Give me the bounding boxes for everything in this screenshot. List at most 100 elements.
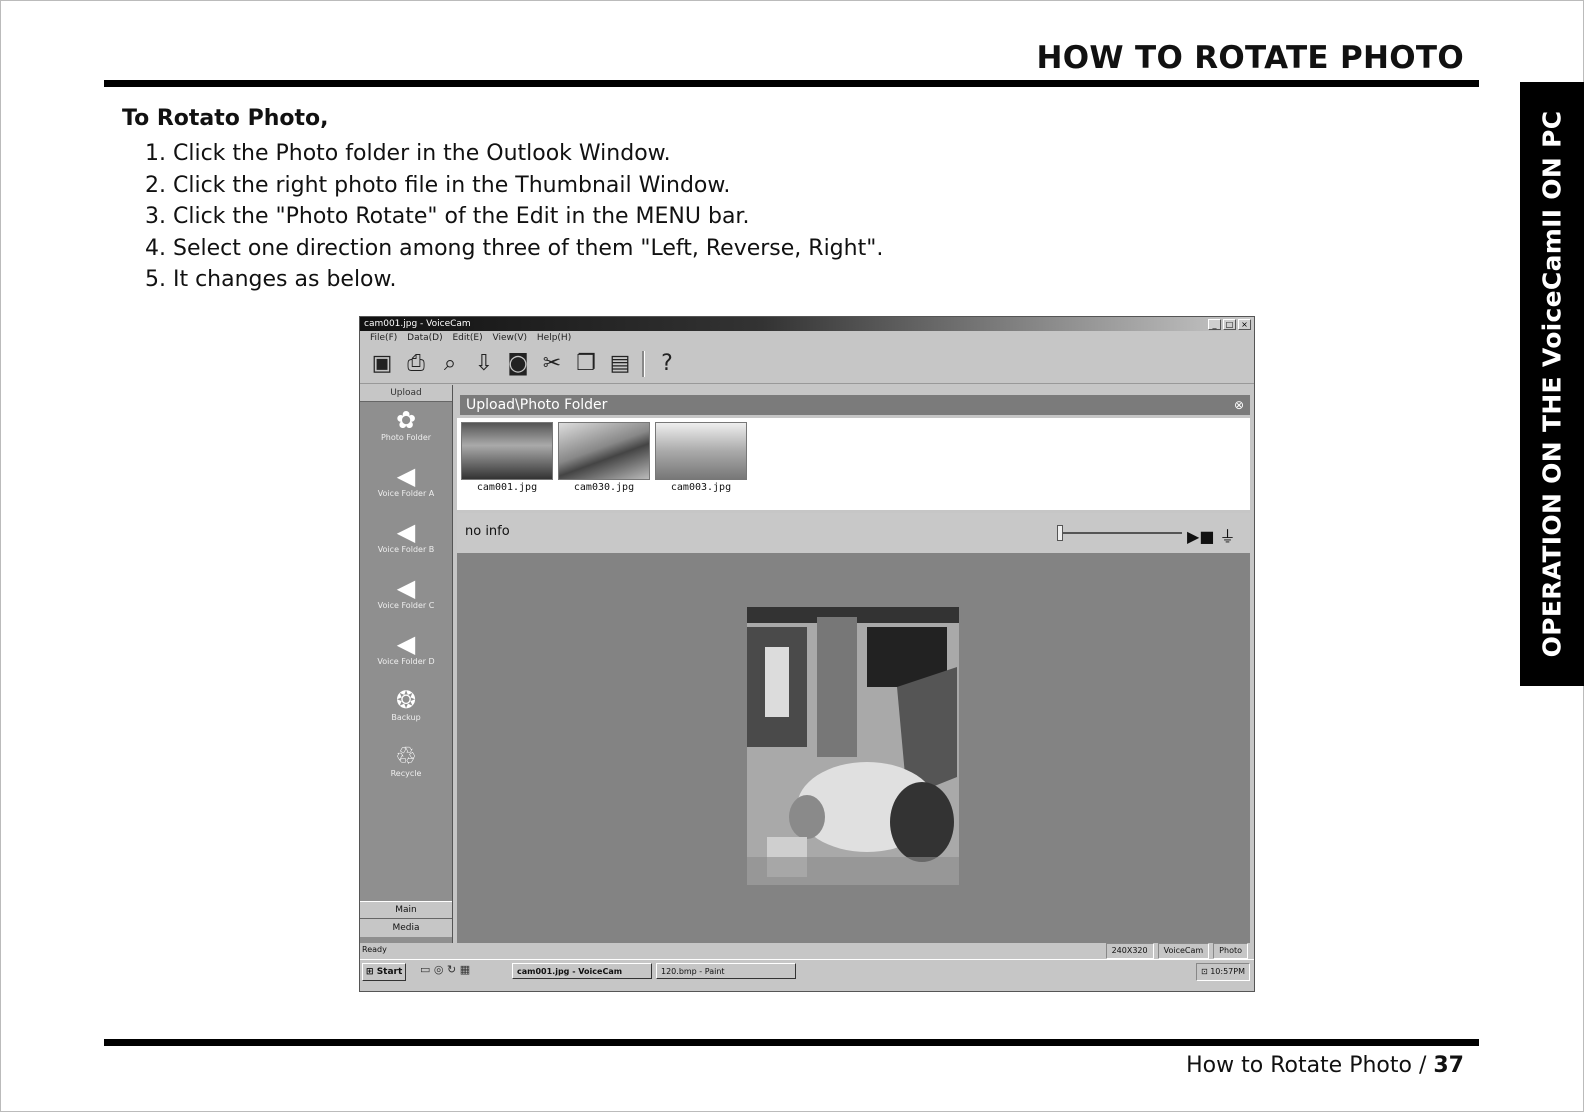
page-footer: How to Rotate Photo / 37 <box>1186 1053 1464 1078</box>
window-titlebar: cam001.jpg - VoiceCam _ □ × <box>360 317 1254 331</box>
rotated-photo-image <box>747 607 959 885</box>
window-icon[interactable]: ▦ <box>460 963 470 976</box>
playback-controls: ▶■ ⏚ <box>1187 523 1236 547</box>
outlook-recycle[interactable]: ♲ Recycle <box>360 743 452 778</box>
help-icon[interactable]: ? <box>655 352 679 376</box>
toolbar: ▣ ⎙ ⌕ ⇩ ◙ ✂ ❐ ▤ ? <box>360 345 1254 384</box>
thumbnail-image <box>461 422 553 480</box>
status-cells: 240X320 VoiceCam Photo <box>1105 943 1248 959</box>
close-icon[interactable]: × <box>1238 319 1251 330</box>
speaker-icon: ◀ <box>396 630 416 658</box>
outlook-bar: Upload ✿ Photo Folder ◀ Voice Folder A ◀ Vo… <box>360 385 453 943</box>
speaker-icon: ◀ <box>396 574 416 602</box>
thumbnail-image <box>558 422 650 480</box>
menu-file[interactable]: File(F) <box>370 333 397 343</box>
page-title: HOW TO ROTATE PHOTO <box>1036 40 1464 76</box>
thumbnail-image <box>655 422 747 480</box>
menu-bar: File(F) Data(D) Edit(E) View(V) Help(H) <box>360 331 1254 345</box>
outlook-voice-folder-a[interactable]: ◀ Voice Folder A <box>360 463 452 498</box>
outlook-main-tab[interactable]: Main <box>360 901 452 918</box>
outlook-voice-folder-d[interactable]: ◀ Voice Folder D <box>360 631 452 666</box>
refresh-icon[interactable]: ↻ <box>447 963 456 976</box>
playback-slider-track[interactable] <box>1062 532 1182 534</box>
top-rule <box>104 80 1479 87</box>
thumbnail-item[interactable]: cam030.jpg <box>558 422 650 493</box>
clock: 10:57PM <box>1210 967 1245 976</box>
step-3: 3. Click the "Photo Rotate" of the Edit … <box>145 204 750 229</box>
step-1: 1. Click the Photo folder in the Outlook… <box>145 141 671 166</box>
browser-icon[interactable]: ◎ <box>434 963 444 976</box>
thumbnail-item[interactable]: cam003.jpg <box>655 422 747 493</box>
palette-icon: ✿ <box>395 406 417 434</box>
minimize-icon[interactable]: _ <box>1208 319 1221 330</box>
close-circle-icon[interactable]: ⊗ <box>1234 395 1244 415</box>
voicecam-window-screenshot: cam001.jpg - VoiceCam _ □ × File(F) Data… <box>359 316 1255 992</box>
start-button[interactable]: ⊞ Start <box>362 963 407 981</box>
menu-help[interactable]: Help(H) <box>537 333 571 343</box>
recycle-bin-icon: ♲ <box>395 742 417 770</box>
step-2: 2. Click the right photo file in the Thu… <box>145 172 731 198</box>
copy-icon[interactable]: ❐ <box>574 352 598 376</box>
save-icon[interactable]: ▣ <box>370 352 394 376</box>
page-number: 37 <box>1433 1053 1464 1078</box>
outlook-backup[interactable]: ❂ Backup <box>360 687 452 722</box>
taskbar: ⊞ Start ▭ ◎ ↻ ▦ cam001.jpg - VoiceCam 12… <box>360 959 1254 984</box>
playback-slider-knob[interactable] <box>1057 525 1063 541</box>
toolbar-separator <box>642 351 645 377</box>
outlook-voice-folder-c[interactable]: ◀ Voice Folder C <box>360 575 452 610</box>
window-controls: _ □ × <box>1208 319 1251 330</box>
info-text: no info <box>465 524 510 539</box>
thumbnail-label: cam001.jpg <box>476 482 538 493</box>
bottom-rule <box>104 1039 1479 1046</box>
thumbnail-label: cam003.jpg <box>670 482 732 493</box>
outlook-photo-folder[interactable]: ✿ Photo Folder <box>360 407 452 442</box>
speaker-icon: ◀ <box>396 462 416 490</box>
thumbnail-label: cam030.jpg <box>573 482 635 493</box>
windows-logo-icon: ⊞ <box>366 967 374 977</box>
status-mode: Photo <box>1213 943 1248 959</box>
side-tab-label: OPERATION ON THE VoiceCamII ON PC <box>1537 110 1567 658</box>
status-bar: Ready 240X320 VoiceCam Photo <box>360 943 1254 959</box>
cut-icon[interactable]: ✂ <box>540 352 564 376</box>
rotated-photo <box>747 607 959 885</box>
folder-title-bar: Upload\Photo Folder ⊗ <box>460 395 1250 415</box>
status-app: VoiceCam <box>1157 943 1210 959</box>
print-icon[interactable]: ⎙ <box>404 352 428 376</box>
steps-list: 1. Click the Photo folder in the Outlook… <box>145 138 883 296</box>
status-ready: Ready <box>362 945 387 954</box>
footer-text: How to Rotate Photo / <box>1186 1053 1434 1078</box>
outlook-voice-folder-b[interactable]: ◀ Voice Folder B <box>360 519 452 554</box>
play-icon[interactable]: ▶ <box>1187 527 1199 546</box>
quick-launch: ▭ ◎ ↻ ▦ <box>420 963 470 976</box>
status-resolution: 240X320 <box>1105 943 1154 959</box>
desktop-icon[interactable]: ▭ <box>420 963 430 976</box>
system-tray: ⊡ 10:57PM <box>1195 963 1250 981</box>
menu-data[interactable]: Data(D) <box>407 333 442 343</box>
camera-download-icon[interactable]: ⇩ <box>472 352 496 376</box>
step-4: 4. Select one direction among three of t… <box>145 235 884 261</box>
photo-viewer <box>457 553 1250 943</box>
intro-heading: To Rotato Photo, <box>122 106 329 131</box>
speaker-icon: ◀ <box>396 518 416 546</box>
info-bar: no info ▶■ ⏚ <box>457 513 1250 553</box>
task-voicecam[interactable]: cam001.jpg - VoiceCam <box>512 963 652 979</box>
menu-edit[interactable]: Edit(E) <box>452 333 482 343</box>
side-tab: OPERATION ON THE VoiceCamII ON PC <box>1520 82 1584 686</box>
tray-network-icon[interactable]: ⊡ <box>1201 967 1208 976</box>
paste-icon[interactable]: ▤ <box>608 352 632 376</box>
step-5: 5. It changes as below. <box>145 267 397 292</box>
menu-view[interactable]: View(V) <box>492 333 527 343</box>
outlook-media-tab[interactable]: Media <box>360 918 452 937</box>
stop-icon[interactable]: ■ <box>1199 527 1214 546</box>
outlook-header[interactable]: Upload <box>360 385 452 402</box>
folder-title: Upload\Photo Folder <box>466 397 608 413</box>
window-title: cam001.jpg - VoiceCam <box>364 319 471 329</box>
camera-icon[interactable]: ◙ <box>506 352 530 376</box>
maximize-icon[interactable]: □ <box>1223 319 1236 330</box>
backup-icon: ❂ <box>395 686 417 714</box>
task-paint[interactable]: 120.bmp - Paint <box>656 963 796 979</box>
preview-icon[interactable]: ⌕ <box>438 352 462 376</box>
thumbnail-item[interactable]: cam001.jpg <box>461 422 553 493</box>
volume-icon[interactable]: ⏚ <box>1220 527 1236 546</box>
thumbnail-window: cam001.jpg cam030.jpg cam003.jpg <box>457 418 1250 510</box>
